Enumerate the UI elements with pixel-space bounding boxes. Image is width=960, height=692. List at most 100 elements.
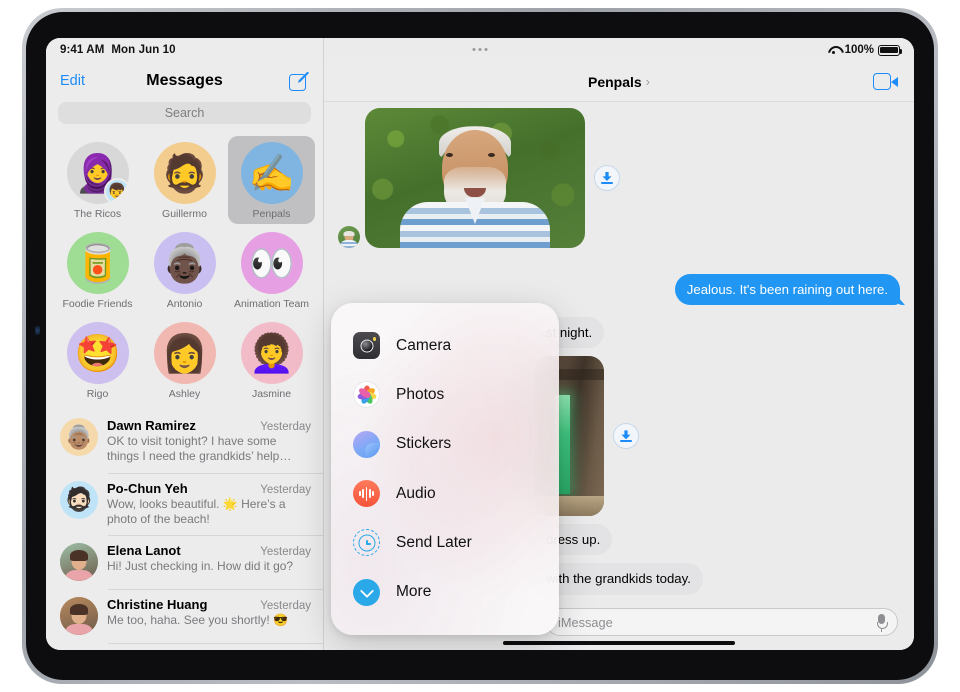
pinned-conversation-rigo[interactable]: 🤩 Rigo	[54, 316, 141, 404]
camera-icon	[353, 332, 380, 360]
imessage-placeholder: iMessage	[558, 614, 613, 630]
attachment-menu-item-stickers[interactable]: Stickers	[331, 421, 559, 467]
facetime-video-icon[interactable]	[873, 73, 898, 90]
pinned-conversation-ashley[interactable]: 👩 Ashley	[141, 316, 228, 404]
avatar: 👵🏿	[153, 232, 216, 294]
message-row-photo-2	[534, 356, 900, 517]
conversation-preview: OK to visit tonight? I have some things …	[107, 434, 292, 464]
conversation-preview: Wow, looks beautiful. 🌟 Here’s a photo o…	[107, 496, 286, 527]
ipad-device-frame: Edit Messages Search 🧕 👦 The Ricos 🧔 Guiller…	[22, 8, 938, 684]
send-later-clock-icon	[353, 529, 380, 557]
attachment-menu: Camera Photos Stickers Audio Send Later More	[331, 303, 559, 635]
download-photo-button-2[interactable]	[613, 423, 639, 450]
attachment-menu-label: Audio	[396, 484, 436, 502]
pinned-label: Animation Team	[233, 298, 310, 310]
conversation-top-row: Po-Chun Yeh Yesterday	[107, 481, 311, 496]
search-container: Search	[46, 100, 323, 132]
avatar-emoji: ✍️	[248, 152, 295, 194]
avatar: 🥫	[66, 232, 129, 294]
conversation-list-item[interactable]: Elena Lanot Yesterday Hi! Just checking in…	[46, 535, 323, 589]
imessage-input[interactable]: iMessage	[546, 608, 898, 636]
attachment-menu-item-audio[interactable]: Audio	[331, 471, 559, 517]
avatar-emoji: 👩‍🦱	[248, 332, 295, 374]
pinned-conversations-grid: 🧕 👦 The Ricos 🧔 Guillermo ✍️ Penpals 🥫 Foodie Fr…	[46, 132, 323, 410]
message-row-incoming-3: with the grandkids today.	[534, 563, 900, 595]
conversation-top-row: Elena Lanot Yesterday	[107, 543, 311, 558]
more-chevron-down-icon	[353, 578, 380, 606]
pinned-conversation-the-ricos[interactable]: 🧕 👦 The Ricos	[54, 136, 141, 224]
messages-sidebar: Edit Messages Search 🧕 👦 The Ricos 🧔 Guiller…	[46, 38, 324, 650]
avatar: 🧔	[153, 142, 216, 204]
attachment-menu-item-send-later[interactable]: Send Later	[331, 520, 559, 566]
pinned-label: Ashley	[168, 388, 201, 400]
pinned-label: Rigo	[86, 388, 109, 400]
conversation-list-item[interactable]: Christine Huang Yesterday Me too, haha. Se…	[46, 589, 323, 643]
attachment-menu-label: Camera	[396, 336, 452, 354]
attachment-menu-label: More	[396, 583, 432, 601]
compose-icon[interactable]	[288, 71, 309, 92]
attachment-menu-item-more[interactable]: More	[331, 569, 559, 615]
pinned-label: Foodie Friends	[62, 298, 133, 310]
conversation-body: Elena Lanot Yesterday Hi! Just checking in…	[107, 543, 311, 581]
conversation-top-row: Christine Huang Yesterday	[107, 597, 311, 612]
pinned-conversation-antonio[interactable]: 👵🏿 Antonio	[141, 226, 228, 314]
avatar	[60, 597, 98, 636]
message-bubble-outgoing[interactable]: Jealous. It's been raining out here.	[674, 274, 900, 306]
conversation-body: Christine Huang Yesterday Me too, haha. Se…	[107, 597, 311, 635]
avatar-emoji: 🧔🏻	[64, 486, 94, 513]
avatar: ✍️	[240, 142, 303, 204]
avatar: 👩‍🦱	[240, 322, 303, 384]
pinned-label: Penpals	[252, 208, 291, 220]
microphone-icon[interactable]	[877, 614, 888, 632]
conversation-timestamp: Yesterday	[260, 600, 311, 613]
conversation-name: Christine Huang	[107, 597, 208, 613]
attachment-menu-item-photos[interactable]: Photos	[331, 372, 559, 418]
conversation-list-item[interactable]: Magico MartinezYesterday	[46, 643, 323, 650]
avatar-emoji: 🥫	[74, 242, 121, 284]
ipad-screen: Edit Messages Search 🧕 👦 The Ricos 🧔 Guiller…	[46, 38, 914, 650]
attachment-menu-item-camera[interactable]: Camera	[331, 323, 559, 369]
pinned-conversation-guillermo[interactable]: 🧔 Guillermo	[141, 136, 228, 224]
conversation-name: Po-Chun Yeh	[107, 480, 188, 496]
bezel-sensor-dot	[35, 326, 40, 335]
pinned-label: Jasmine	[251, 388, 292, 400]
search-input[interactable]: Search	[58, 102, 311, 124]
download-photo-button[interactable]	[594, 165, 620, 191]
avatar: 👵🏽	[60, 418, 98, 456]
pinned-conversation-penpals[interactable]: ✍️ Penpals	[228, 136, 315, 224]
facetime-lens	[891, 76, 898, 87]
conversation-name: Dawn Ramirez	[107, 418, 196, 433]
message-row-photo-1	[338, 108, 900, 248]
avatar: 👩	[153, 322, 216, 384]
conversation-list-item[interactable]: 🧔🏻 Po-Chun Yeh Yesterday Wow, looks beautif…	[46, 472, 323, 536]
conversation-body: Po-Chun Yeh Yesterday Wow, looks beautiful…	[107, 481, 311, 528]
ipad-bezel: Edit Messages Search 🧕 👦 The Ricos 🧔 Guiller…	[26, 12, 934, 680]
conversation-preview: Hi! Just checking in. How did it go?	[107, 559, 294, 574]
stickers-icon	[353, 430, 380, 458]
message-bubble-incoming-3[interactable]: with the grandkids today.	[534, 563, 703, 595]
conversation-timestamp: Yesterday	[260, 421, 311, 433]
avatar-emoji: 👵🏽	[64, 423, 94, 450]
edit-button[interactable]: Edit	[60, 73, 85, 89]
home-indicator	[503, 640, 735, 645]
chat-title[interactable]: Penpals ›	[588, 74, 650, 90]
avatar-secondary: 👦	[103, 178, 129, 204]
pinned-conversation-foodie-friends[interactable]: 🥫 Foodie Friends	[54, 226, 141, 314]
avatar-emoji: 🤩	[74, 332, 121, 374]
photo-man-in-front-of-hedge[interactable]	[365, 108, 585, 248]
conversation-top-row: Dawn Ramirez Yesterday	[107, 418, 311, 433]
conversation-list-item[interactable]: 👵🏽 Dawn Ramirez Yesterday OK to visit tonig…	[46, 410, 323, 473]
sender-avatar	[338, 226, 360, 248]
pinned-conversation-jasmine[interactable]: 👩‍🦱 Jasmine	[228, 316, 315, 404]
facetime-body	[873, 73, 891, 90]
avatar-emoji: 👩	[161, 332, 208, 374]
avatar-emoji: 👀	[248, 242, 295, 284]
chat-title-text: Penpals	[587, 73, 642, 90]
audio-icon	[353, 480, 380, 508]
pinned-conversation-animation-team[interactable]: 👀 Animation Team	[228, 226, 315, 314]
photos-icon	[353, 381, 380, 409]
conversation-timestamp: Yesterday	[260, 546, 311, 559]
conversation-list: 👵🏽 Dawn Ramirez Yesterday OK to visit tonig…	[46, 410, 323, 650]
avatar	[60, 543, 98, 582]
message-row-incoming-2: dress up.	[534, 524, 900, 556]
